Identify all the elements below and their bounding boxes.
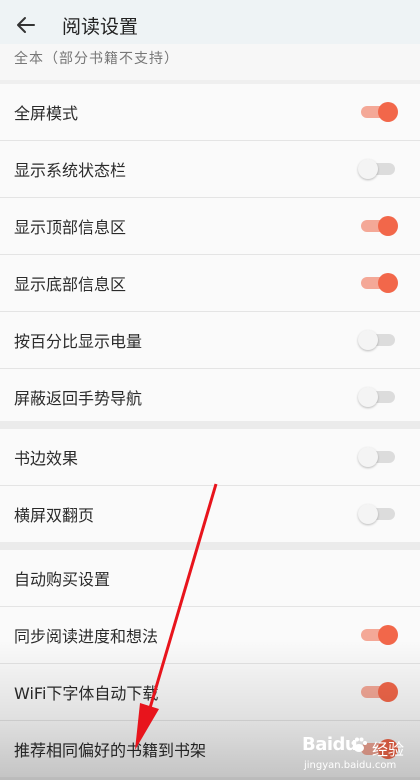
watermark-cn: 经验 — [372, 740, 405, 759]
system-statusbar-toggle[interactable] — [358, 159, 398, 179]
wifi-font-download-toggle[interactable] — [358, 682, 398, 702]
partial-setting-row[interactable]: 全本（部分书籍不支持） — [0, 44, 420, 80]
setting-label: 推荐相同偏好的书籍到书架 — [14, 741, 207, 760]
toggle-knob — [358, 387, 378, 407]
section-divider — [0, 542, 420, 550]
toggle-knob — [378, 216, 398, 236]
page-title: 阅读设置 — [62, 15, 139, 38]
setting-label: 按百分比显示电量 — [14, 332, 143, 351]
arrow-left-icon[interactable] — [16, 15, 36, 35]
setting-label: WiFi下字体自动下载 — [14, 684, 159, 703]
setting-label: 显示底部信息区 — [14, 275, 127, 294]
setting-label: 同步阅读进度和想法 — [14, 627, 159, 646]
section-divider — [0, 421, 420, 429]
app-header: 阅读设置 — [0, 0, 420, 50]
gesture-nav-toggle[interactable] — [358, 387, 398, 407]
setting-row-sync-progress[interactable]: 同步阅读进度和想法 — [0, 606, 420, 663]
setting-label: 显示顶部信息区 — [14, 218, 127, 237]
toggle-knob — [358, 504, 378, 524]
setting-row-fullscreen[interactable]: 全屏模式 — [0, 84, 420, 140]
page-edge-toggle[interactable] — [358, 447, 398, 467]
setting-label: 横屏双翻页 — [14, 506, 95, 525]
setting-row-system-statusbar[interactable]: 显示系统状态栏 — [0, 140, 420, 197]
sync-progress-toggle[interactable] — [358, 625, 398, 645]
setting-label: 全屏模式 — [14, 104, 79, 123]
toggle-knob — [358, 447, 378, 467]
watermark-brand: Baidu — [302, 734, 358, 755]
setting-row-wifi-font-download[interactable]: WiFi下字体自动下载 — [0, 663, 420, 720]
setting-row-battery-percent[interactable]: 按百分比显示电量 — [0, 311, 420, 368]
settings-section-display: 全屏模式 显示系统状态栏 显示顶部信息区 显示底部信息区 按百分比显示电量 屏蔽… — [0, 84, 420, 425]
fullscreen-toggle[interactable] — [358, 102, 398, 122]
setting-label: 书边效果 — [14, 449, 79, 468]
setting-row-top-info[interactable]: 显示顶部信息区 — [0, 197, 420, 254]
setting-row-auto-purchase[interactable]: 自动购买设置 — [0, 550, 420, 606]
toggle-knob — [378, 625, 398, 645]
setting-row-page-edge[interactable]: 书边效果 — [0, 429, 420, 485]
watermark-url: jingyan.baidu.com — [304, 760, 397, 771]
toggle-knob — [378, 682, 398, 702]
toggle-knob — [358, 159, 378, 179]
toggle-knob — [378, 102, 398, 122]
setting-row-landscape-double[interactable]: 横屏双翻页 — [0, 485, 420, 542]
baidu-watermark: Baidu 经验 jingyan.baidu.com — [298, 732, 420, 780]
setting-row-gesture-nav[interactable]: 屏蔽返回手势导航 — [0, 368, 420, 425]
toggle-knob — [358, 330, 378, 350]
setting-label: 屏蔽返回手势导航 — [14, 389, 143, 408]
bottom-info-toggle[interactable] — [358, 273, 398, 293]
landscape-double-toggle[interactable] — [358, 504, 398, 524]
settings-section-page: 书边效果 横屏双翻页 — [0, 429, 420, 542]
setting-row-bottom-info[interactable]: 显示底部信息区 — [0, 254, 420, 311]
setting-label: 自动购买设置 — [14, 570, 111, 589]
setting-label: 显示系统状态栏 — [14, 161, 127, 180]
toggle-knob — [378, 273, 398, 293]
partial-row-label: 全本（部分书籍不支持） — [14, 51, 179, 67]
battery-percent-toggle[interactable] — [358, 330, 398, 350]
paw-icon — [351, 737, 367, 752]
top-info-toggle[interactable] — [358, 216, 398, 236]
